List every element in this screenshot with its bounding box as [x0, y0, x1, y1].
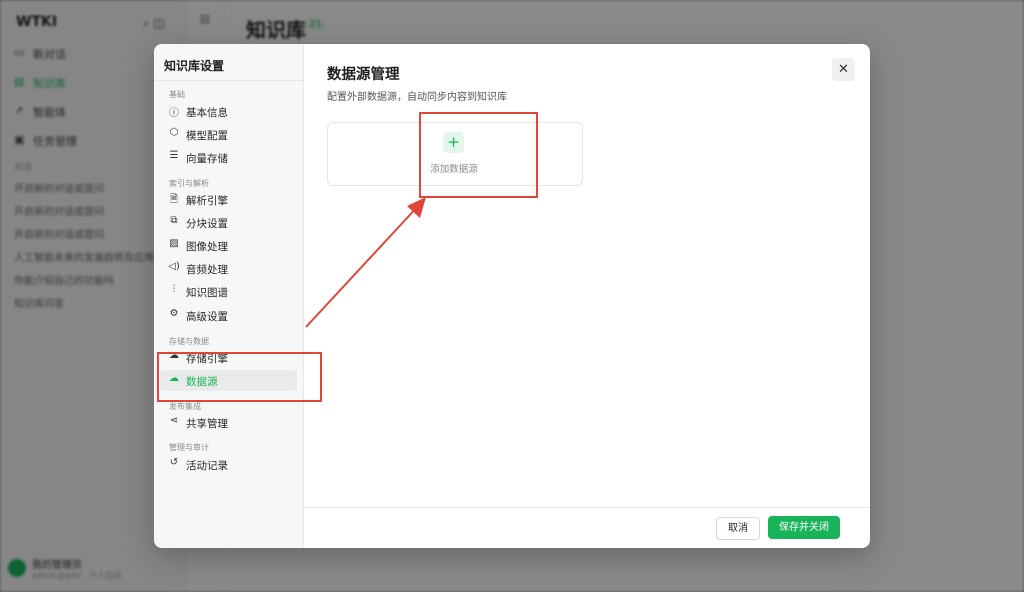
annotation-arrow	[305, 197, 426, 328]
arrow-line	[305, 203, 421, 328]
